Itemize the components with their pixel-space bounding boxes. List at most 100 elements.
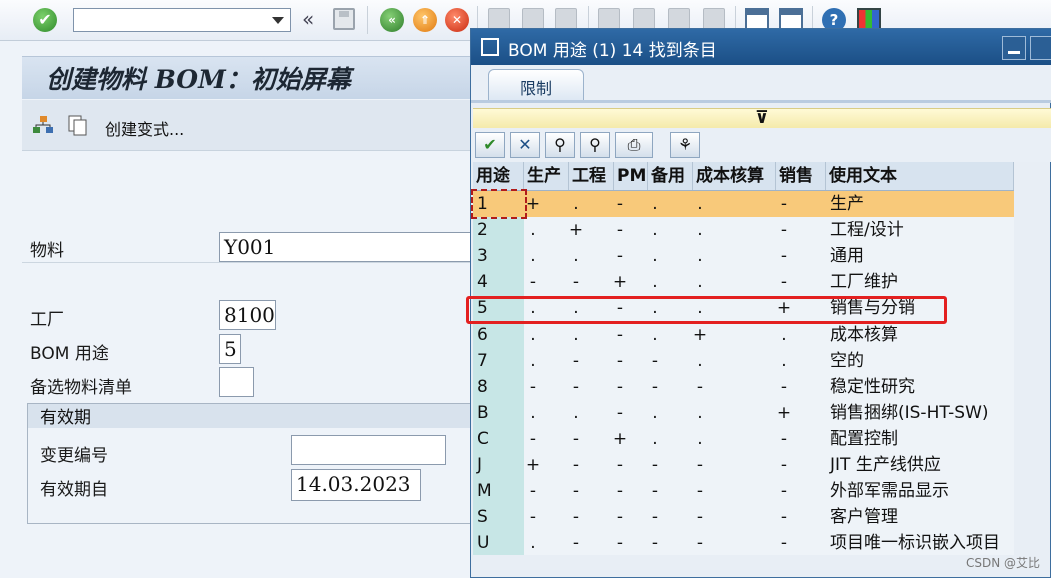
indicator-cell-prod: .: [530, 220, 536, 240]
find-next-icon[interactable]: ⚲: [580, 132, 610, 158]
indicator-cell-prod: .: [530, 533, 536, 553]
indicator-cell-cost: .: [697, 351, 703, 371]
table-row[interactable]: [473, 217, 1014, 243]
validity-header: [28, 404, 481, 428]
alternative-bom-field[interactable]: [219, 367, 254, 397]
table-row[interactable]: [473, 322, 1014, 348]
usage-key-cell[interactable]: S: [477, 504, 488, 530]
page-last-icon[interactable]: [703, 8, 725, 30]
table-row[interactable]: [473, 243, 1014, 269]
usage-key-cell[interactable]: M: [477, 478, 492, 504]
print-icon[interactable]: [488, 8, 510, 30]
usage-key-cell[interactable]: 3: [477, 243, 488, 269]
personal-list-icon[interactable]: ⚘: [670, 132, 700, 158]
column-header-usage-text[interactable]: 使用文本: [826, 162, 1014, 190]
usage-text-cell: 配置控制: [830, 429, 898, 449]
minimize-button[interactable]: [1002, 36, 1026, 60]
command-field[interactable]: [73, 8, 291, 32]
table-row[interactable]: [473, 374, 1014, 400]
find-icon[interactable]: [522, 8, 544, 30]
indicator-cell-eng: -: [572, 481, 580, 501]
layout-icon[interactable]: [857, 8, 881, 30]
column-header-pm[interactable]: PM: [614, 162, 648, 190]
page-first-icon[interactable]: [598, 8, 620, 30]
indicator-cell-pm: -: [616, 481, 624, 501]
indicator-cell-eng: +: [568, 220, 584, 240]
usage-key-cell[interactable]: 2: [477, 217, 488, 243]
indicator-cell-pm: -: [616, 325, 624, 345]
shortcut-icon[interactable]: [779, 8, 803, 30]
collapse-icon[interactable]: «: [302, 7, 314, 31]
indicator-cell-cost: +: [692, 325, 708, 345]
valid-from-field[interactable]: 14.03.2023: [291, 469, 421, 501]
indicator-cell-spare: -: [651, 507, 659, 527]
usage-key-cell[interactable]: B: [477, 400, 489, 426]
indicator-cell-pm: +: [612, 429, 628, 449]
find-next-icon[interactable]: [555, 8, 577, 30]
validity-title: 有效期: [40, 408, 91, 428]
application-toolbar: [22, 100, 482, 151]
indicator-cell-cost: .: [697, 246, 703, 266]
column-header-spare[interactable]: 备用: [648, 162, 693, 190]
usage-key-cell[interactable]: C: [477, 426, 489, 452]
change-number-field[interactable]: [291, 435, 446, 465]
column-header-usage[interactable]: 用途: [473, 162, 524, 190]
indicator-cell-sales: -: [780, 272, 788, 292]
new-session-icon[interactable]: [745, 8, 769, 30]
indicator-cell-sales: -: [780, 481, 788, 501]
usage-key-cell[interactable]: 7: [477, 348, 488, 374]
exit-icon[interactable]: ⇑: [413, 8, 437, 32]
copy-icon[interactable]: [68, 115, 88, 137]
cancel-icon[interactable]: ✕: [445, 8, 469, 32]
indicator-cell-cost: -: [696, 377, 704, 397]
page-next-icon[interactable]: [668, 8, 690, 30]
check-icon[interactable]: ✔: [33, 8, 57, 32]
back-icon[interactable]: «: [380, 8, 404, 32]
page-prev-icon[interactable]: [633, 8, 655, 30]
usage-key-cell[interactable]: 8: [477, 374, 488, 400]
column-header-costing[interactable]: 成本核算: [693, 162, 776, 190]
table-row[interactable]: [473, 269, 1014, 295]
column-header-sales[interactable]: 销售: [776, 162, 826, 190]
indicator-cell-sales: -: [780, 429, 788, 449]
print-icon[interactable]: ⎙: [615, 132, 653, 158]
table-row[interactable]: [473, 191, 1014, 217]
popup-title: BOM 用途 (1) 14 找到条目: [508, 41, 717, 61]
usage-key-cell[interactable]: 6: [477, 322, 488, 348]
indicator-cell-prod: -: [529, 481, 537, 501]
save-icon[interactable]: [333, 8, 355, 30]
maximize-button[interactable]: [1030, 36, 1051, 60]
indicator-cell-cost: -: [696, 481, 704, 501]
usage-key-cell[interactable]: J: [477, 452, 482, 478]
usage-key-cell[interactable]: U: [477, 530, 489, 556]
table-row[interactable]: [473, 504, 1014, 530]
indicator-cell-eng: .: [573, 246, 579, 266]
structure-icon[interactable]: [32, 115, 54, 135]
expand-restrictions-icon[interactable]: ⊽: [755, 109, 769, 127]
material-field[interactable]: Y001: [219, 232, 481, 262]
column-header-production[interactable]: 生产: [524, 162, 569, 190]
find-icon[interactable]: ⚲: [545, 132, 575, 158]
indicator-cell-eng: -: [572, 377, 580, 397]
indicator-cell-prod: -: [529, 377, 537, 397]
command-dropdown-icon[interactable]: [272, 17, 284, 24]
confirm-icon[interactable]: ✔: [475, 132, 505, 158]
table-row[interactable]: [473, 348, 1014, 374]
bom-usage-field[interactable]: 5: [219, 334, 241, 364]
plant-label: 工厂: [30, 310, 64, 330]
cancel-icon[interactable]: ✕: [510, 132, 540, 158]
usage-key-cell[interactable]: 4: [477, 269, 488, 295]
usage-text-cell: 项目唯一标识嵌入项目: [830, 533, 1000, 553]
material-label: 物料: [30, 241, 64, 261]
usage-text-cell: 客户管理: [830, 507, 898, 527]
create-variant-button[interactable]: 创建变式...: [105, 116, 184, 140]
indicator-cell-spare: .: [652, 246, 658, 266]
divider: [22, 262, 482, 263]
indicator-cell-pm: -: [616, 455, 624, 475]
plant-field[interactable]: 8100: [219, 300, 276, 330]
indicator-cell-pm: -: [616, 507, 624, 527]
table-row[interactable]: [473, 426, 1014, 452]
column-header-engineering[interactable]: 工程: [569, 162, 614, 190]
indicator-cell-cost: -: [696, 507, 704, 527]
indicator-cell-sales: -: [780, 194, 788, 214]
